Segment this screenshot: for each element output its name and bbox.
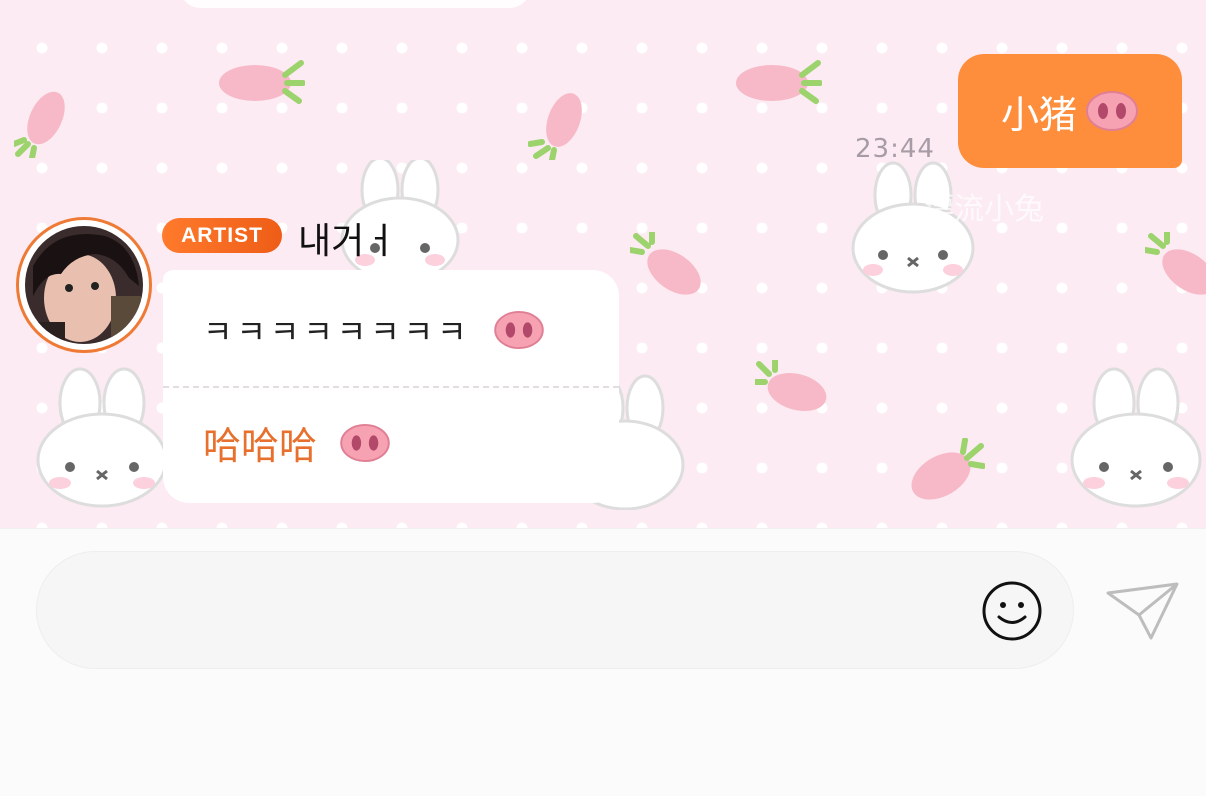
artist-badge: ARTIST [162,218,282,253]
carrot-icon [1145,232,1206,295]
watermark: 漂流小兔 [924,192,1044,227]
message-input[interactable] [67,582,967,638]
carrot-icon [736,60,822,104]
incoming-message-card[interactable]: ㅋㅋㅋㅋㅋㅋㅋㅋ 哈哈哈 [163,270,619,503]
incoming-message-text: ㅋㅋㅋㅋㅋㅋㅋㅋ [203,313,471,351]
paper-plane-icon[interactable] [1105,581,1181,641]
incoming-message-original[interactable]: ㅋㅋㅋㅋㅋㅋㅋㅋ [163,270,619,386]
bunny-icon [1070,367,1202,508]
carrot-icon [911,438,985,500]
avatar-photo [25,226,143,344]
message-timestamp: 23:44 [855,134,935,164]
carrot-icon [755,360,827,412]
carrot-icon [14,91,65,158]
carrot-icon [630,232,701,295]
pig-nose-emoji [340,423,390,462]
sender-name: 내거ㅓ [298,221,398,262]
artist-avatar[interactable] [16,217,152,353]
outgoing-message-bubble[interactable]: 小猪 [958,54,1182,168]
carrot-icon [219,60,305,104]
message-input-container[interactable] [36,551,1074,669]
incoming-message-translation[interactable]: 哈哈哈 [163,388,619,505]
smiley-icon[interactable] [981,580,1043,642]
outgoing-message-text: 小猪 [1000,92,1077,137]
chat-area[interactable]: 小猪 23:44 漂流小兔 ARTIST 내거ㅓ ㅋㅋㅋㅋㅋㅋㅋㅋ 哈哈哈 [0,0,1206,528]
pig-nose-emoji [493,310,544,350]
bunny-icon [36,367,168,508]
pig-nose-emoji [1086,91,1138,131]
translated-message-text: 哈哈哈 [203,424,318,468]
previous-message-edge [180,0,530,8]
message-composer [0,528,1206,796]
carrot-icon [528,93,582,160]
